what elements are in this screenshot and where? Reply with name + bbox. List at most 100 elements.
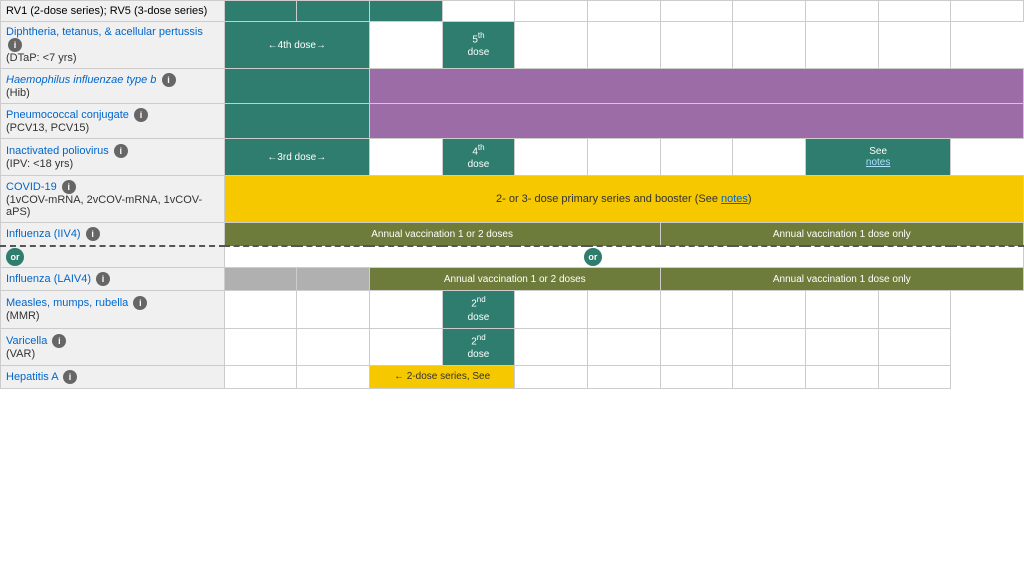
hepa-empty5	[660, 365, 733, 388]
varicella-info-icon[interactable]: i	[52, 334, 66, 348]
hepa-empty2	[297, 365, 370, 388]
dtap-empty7	[878, 22, 951, 69]
dtap-empty2	[515, 22, 588, 69]
dtap-5th-label: 5th dose	[448, 31, 510, 59]
or-row: or or	[1, 246, 1024, 268]
hepa-dose-text: ← 2-dose series, See	[375, 371, 509, 382]
rv-col1	[224, 1, 297, 22]
rv-vaccine-name: RV1 (2-dose series); RV5 (3-dose series)	[1, 1, 225, 22]
covid-info-icon[interactable]: i	[62, 180, 76, 194]
mmr-sub: (MMR)	[6, 310, 40, 322]
var-empty4	[515, 328, 588, 365]
influenza-iiv-annual1-text: Annual vaccination 1 or 2 doses	[230, 229, 655, 240]
hib-vaccine-name: Haemophilus influenzae type b i (Hib)	[1, 69, 225, 104]
covid-yellow-cell: 2- or 3- dose primary series and booster…	[224, 176, 1023, 223]
influenza-laiv-annual2-text: Annual vaccination 1 dose only	[666, 274, 1018, 285]
hepa-empty4	[587, 365, 660, 388]
mmr-empty1	[224, 291, 297, 328]
hepa-vaccine-name: Hepatitis A i	[1, 365, 225, 388]
dtap-empty3	[587, 22, 660, 69]
pcv-row: Pneumococcal conjugate i (PCV13, PCV15)	[1, 104, 1024, 139]
mmr-info-icon[interactable]: i	[133, 296, 147, 310]
pcv-link[interactable]: Pneumococcal conjugate	[6, 109, 129, 121]
hib-link[interactable]: Haemophilus influenzae type b	[6, 74, 156, 86]
rv-col7	[660, 1, 733, 22]
hepa-link[interactable]: Hepatitis A	[6, 371, 58, 383]
mmr-row: Measles, mumps, rubella i (MMR) 2nd dose	[1, 291, 1024, 328]
covid-sub: (1vCOV-mRNA, 2vCOV-mRNA, 1vCOV-aPS)	[6, 194, 202, 218]
var-empty2	[297, 328, 370, 365]
rv-col3	[369, 1, 442, 22]
dtap-empty1	[369, 22, 442, 69]
hepa-info-icon[interactable]: i	[63, 370, 77, 384]
rv-col2	[297, 1, 370, 22]
mmr-empty7	[733, 291, 806, 328]
ipv-3rd-label: ←3rd dose→	[230, 152, 364, 163]
mmr-empty6	[660, 291, 733, 328]
hib-teal1	[224, 69, 369, 104]
var-empty8	[805, 328, 878, 365]
influenza-iiv-annual1: Annual vaccination 1 or 2 doses	[224, 223, 660, 247]
hepa-row: Hepatitis A i ← 2-dose series, See	[1, 365, 1024, 388]
var-2nd-label: 2nd dose	[448, 333, 510, 361]
pcv-vaccine-name: Pneumococcal conjugate i (PCV13, PCV15)	[1, 104, 225, 139]
mmr-empty9	[878, 291, 951, 328]
influenza-iiv-name: Influenza (IIV4) i	[1, 223, 225, 247]
ipv-link[interactable]: Inactivated poliovirus	[6, 145, 109, 157]
influenza-laiv-annual1: Annual vaccination 1 or 2 doses	[369, 268, 660, 291]
hib-purple	[369, 69, 1023, 104]
mmr-empty5	[587, 291, 660, 328]
covid-notes-link[interactable]: notes	[721, 193, 748, 205]
rv-col4	[442, 1, 515, 22]
rv-col10	[878, 1, 951, 22]
dtap-5th-dose: 5th dose	[442, 22, 515, 69]
var-empty5	[587, 328, 660, 365]
ipv-vaccine-name: Inactivated poliovirus i (IPV: <18 yrs)	[1, 139, 225, 176]
vaccine-schedule-table: RV1 (2-dose series); RV5 (3-dose series)…	[0, 0, 1024, 389]
dtap-empty6	[805, 22, 878, 69]
covid-link[interactable]: COVID-19	[6, 181, 57, 193]
varicella-sub: (VAR)	[6, 348, 35, 360]
influenza-iiv-row: Influenza (IIV4) i Annual vaccination 1 …	[1, 223, 1024, 247]
hib-sub: (Hib)	[6, 87, 30, 99]
hib-row: Haemophilus influenzae type b i (Hib)	[1, 69, 1024, 104]
pcv-purple	[369, 104, 1023, 139]
or-label-cell: or	[1, 246, 225, 268]
ipv-4th-dose: 4th dose	[442, 139, 515, 176]
ipv-empty3	[587, 139, 660, 176]
influenza-laiv-gray1	[224, 268, 297, 291]
influenza-laiv-info-icon[interactable]: i	[96, 272, 110, 286]
pcv-info-icon[interactable]: i	[134, 108, 148, 122]
rv-col6	[587, 1, 660, 22]
mmr-link[interactable]: Measles, mumps, rubella	[6, 297, 128, 309]
mmr-empty8	[805, 291, 878, 328]
ipv-see-notes: See notes	[805, 139, 950, 176]
or-spacer: or	[224, 246, 1023, 268]
rv-col9	[805, 1, 878, 22]
influenza-laiv-annual1-text: Annual vaccination 1 or 2 doses	[375, 274, 655, 285]
dtap-4th-label: ←4th dose→	[230, 40, 364, 51]
ipv-notes-link[interactable]: notes	[866, 157, 890, 168]
influenza-iiv-info-icon[interactable]: i	[86, 227, 100, 241]
influenza-laiv-link[interactable]: Influenza (LAIV4)	[6, 273, 91, 285]
hepa-empty6	[733, 365, 806, 388]
influenza-laiv-gray2	[297, 268, 370, 291]
influenza-iiv-link[interactable]: Influenza (IIV4)	[6, 228, 81, 240]
varicella-link[interactable]: Varicella	[6, 335, 47, 347]
hepa-empty8	[878, 365, 951, 388]
dtap-empty5	[733, 22, 806, 69]
influenza-laiv-name: Influenza (LAIV4) i	[1, 268, 225, 291]
mmr-empty3	[369, 291, 442, 328]
rv-col8	[733, 1, 806, 22]
hepa-empty1	[224, 365, 297, 388]
dtap-row: Diphtheria, tetanus, & acellular pertuss…	[1, 22, 1024, 69]
ipv-info-icon[interactable]: i	[114, 144, 128, 158]
hepa-empty7	[805, 365, 878, 388]
dtap-4th-dose: ←4th dose→	[224, 22, 369, 69]
dtap-info-icon[interactable]: i	[8, 38, 22, 52]
hib-info-icon[interactable]: i	[162, 73, 176, 87]
varicella-vaccine-name: Varicella i (VAR)	[1, 328, 225, 365]
ipv-3rd-dose: ←3rd dose→	[224, 139, 369, 176]
dtap-link[interactable]: Diphtheria, tetanus, & acellular pertuss…	[6, 26, 203, 38]
varicella-row: Varicella i (VAR) 2nd dose	[1, 328, 1024, 365]
